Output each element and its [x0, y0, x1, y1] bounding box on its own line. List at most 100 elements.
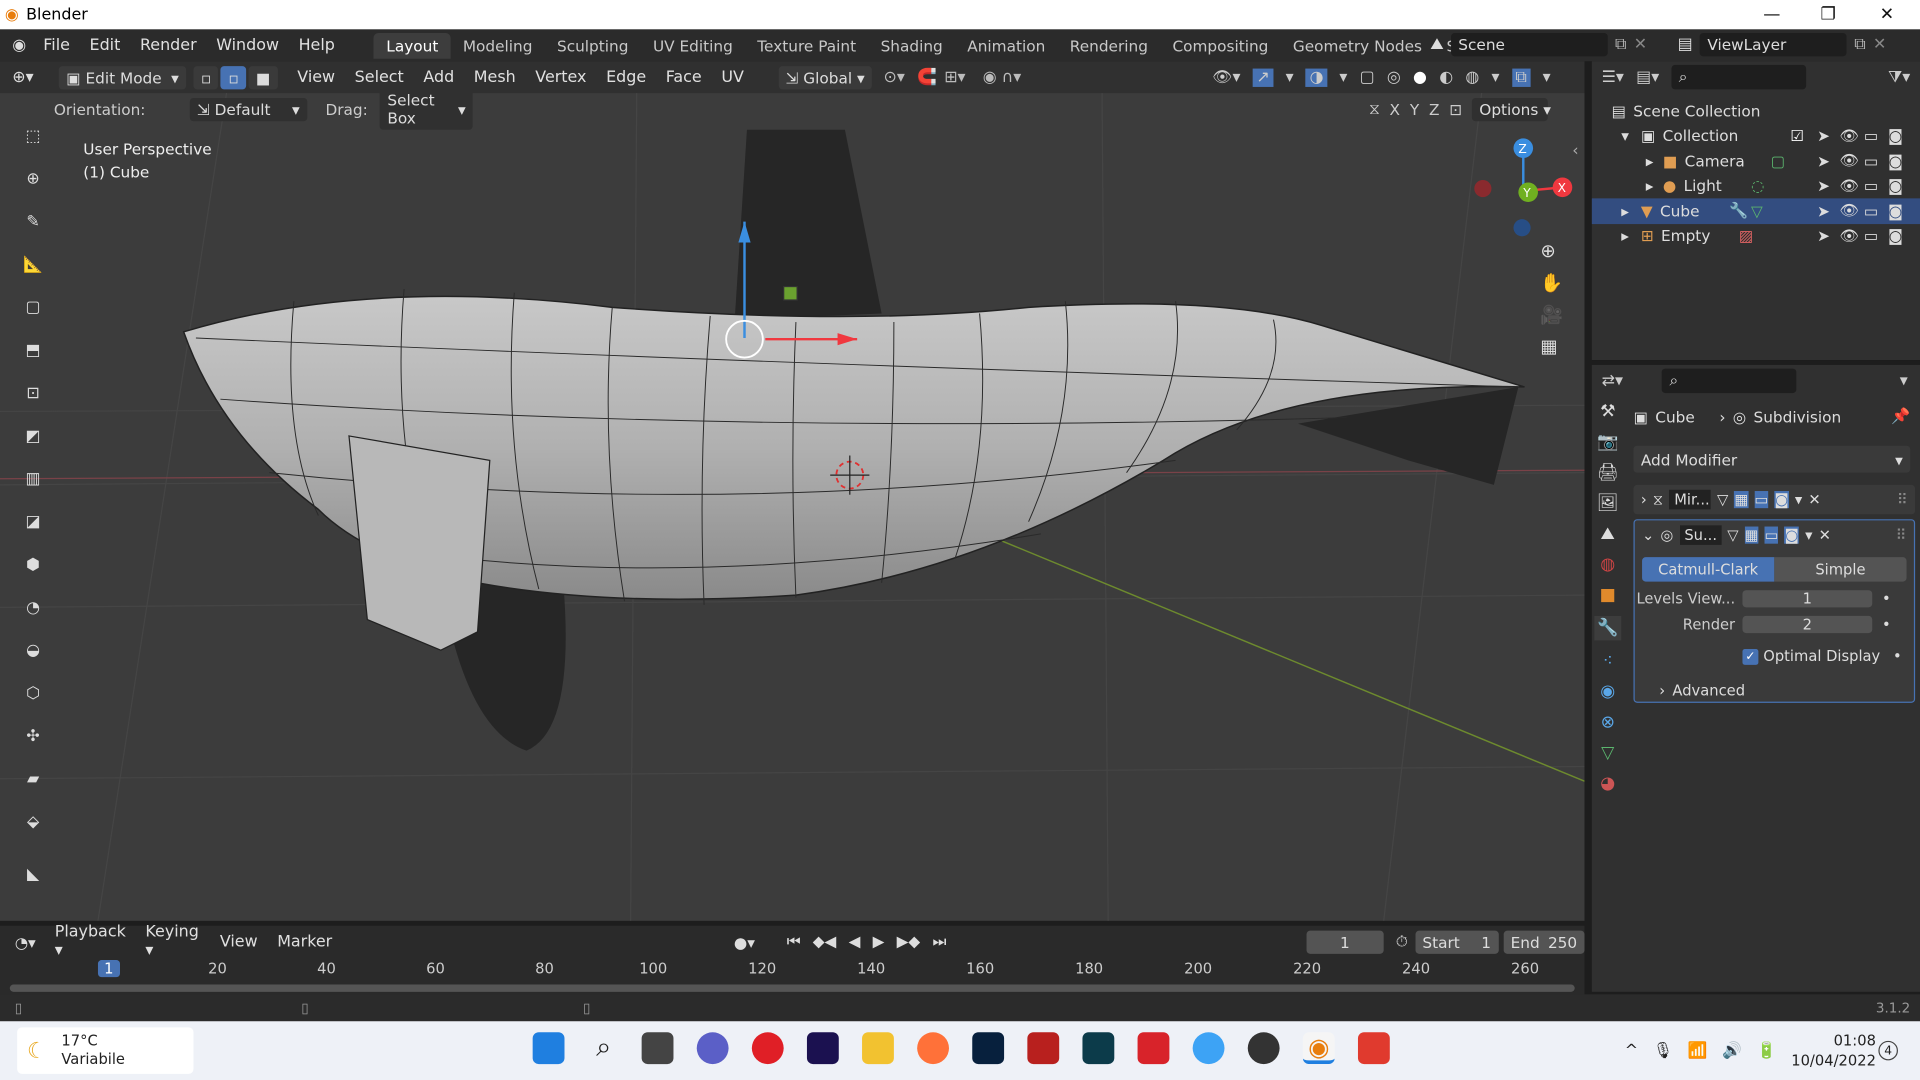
play-icon[interactable]: ▶: [873, 932, 885, 952]
pan-hand-icon[interactable]: ✋: [1540, 272, 1563, 294]
monitor-icon[interactable]: ▭: [1864, 227, 1878, 245]
display-mode-icon[interactable]: ▤▾: [1636, 68, 1659, 86]
timeline-editor-icon[interactable]: ◔▾: [15, 932, 45, 950]
frame-ruler[interactable]: 1 20 40 60 80 100 120 140 160 180 200 22…: [0, 958, 1585, 982]
timeline-view-menu[interactable]: View: [210, 932, 267, 950]
volume-icon[interactable]: 🔊: [1722, 1041, 1742, 1059]
tab-sculpting[interactable]: Sculpting: [545, 32, 641, 58]
eye-icon[interactable]: 👁: [1839, 201, 1858, 221]
monitor-icon[interactable]: ▭: [1864, 126, 1878, 144]
expand-icon[interactable]: ▾: [1621, 126, 1641, 144]
tab-geometry-nodes[interactable]: Geometry Nodes: [1281, 32, 1435, 58]
viewport-3d[interactable]: Z X Y User Perspective (1) Cube ⊕ ✋ 🎥 ▦ …: [0, 93, 1585, 921]
add-modifier-dropdown[interactable]: Add Modifier ▾: [1633, 445, 1911, 473]
tab-modeling[interactable]: Modeling: [451, 32, 545, 58]
render-camera-icon[interactable]: ◙: [1888, 177, 1903, 195]
drag-handle-icon[interactable]: ⠿: [1897, 491, 1908, 508]
keying-menu[interactable]: Keying ▾: [136, 923, 210, 960]
select-arrow-icon[interactable]: ➤: [1817, 152, 1830, 170]
keyframe-dot-icon[interactable]: •: [1882, 590, 1891, 607]
timeline-scrollbar[interactable]: [9, 984, 1575, 992]
annotate-icon[interactable]: ✎: [15, 203, 52, 240]
gizmo-plane-handle[interactable]: [783, 285, 798, 301]
edit-cage-icon[interactable]: ▽: [1717, 491, 1728, 508]
collapse-sidebar-icon[interactable]: ‹: [1572, 142, 1578, 160]
pivot-icon[interactable]: ⊙▾: [883, 68, 904, 86]
particles-tab-icon[interactable]: ⁖: [1603, 651, 1613, 671]
gizmo-neg-x-ball[interactable]: [1474, 180, 1492, 198]
expand-icon[interactable]: ▸: [1621, 202, 1641, 220]
chevron-down-icon[interactable]: ▾: [1805, 527, 1812, 544]
next-keyframe-icon[interactable]: ▶◆: [897, 932, 921, 952]
inset-icon[interactable]: ⊡: [15, 375, 52, 412]
vegas-icon[interactable]: [1082, 1032, 1115, 1065]
expand-icon[interactable]: ▸: [1621, 227, 1641, 245]
menu-view[interactable]: View: [287, 68, 344, 86]
current-frame-field[interactable]: 1: [1306, 930, 1384, 954]
scene-collection-row[interactable]: ▤ Scene Collection: [1592, 98, 1920, 123]
prev-keyframe-icon[interactable]: ◆◀: [813, 932, 837, 952]
cursor-icon[interactable]: ⊕: [15, 160, 52, 197]
outliner-row-light[interactable]: ▸ ● Light ◌ ➤ 👁 ▭ ◙: [1592, 173, 1920, 198]
preview-range-icon[interactable]: ⏱: [1396, 932, 1408, 952]
record-icon[interactable]: ●▾: [734, 932, 755, 950]
tab-layout[interactable]: Layout: [374, 32, 451, 59]
record-app-icon[interactable]: [1137, 1032, 1170, 1065]
keyframe-dot-icon[interactable]: •: [1882, 616, 1891, 633]
outliner-row-camera[interactable]: ▸ ■ Camera ▢ ➤ 👁 ▭ ◙: [1592, 148, 1920, 173]
mirror-icon[interactable]: ⧖: [1369, 99, 1380, 119]
snap-icon[interactable]: 🧲: [917, 68, 937, 86]
minimize-button[interactable]: —: [1744, 0, 1800, 29]
select-arrow-icon[interactable]: ➤: [1817, 126, 1830, 144]
ortho-grid-icon[interactable]: ▦: [1540, 336, 1563, 358]
menu-window[interactable]: Window: [206, 36, 288, 54]
menu-help[interactable]: Help: [289, 36, 345, 54]
select-arrow-icon[interactable]: ➤: [1817, 202, 1830, 220]
firefox-icon[interactable]: [917, 1032, 949, 1065]
new-scene-icon[interactable]: ⧉: [1615, 36, 1626, 54]
modifier-mirror-row[interactable]: › ⧖ Mir... ▽ ▦ ▭ ◙ ▾ ✕ ⠿: [1633, 484, 1916, 515]
select-arrow-icon[interactable]: ➤: [1817, 227, 1830, 245]
add-cube-icon[interactable]: ▢: [15, 289, 52, 326]
eye-icon[interactable]: 👁: [1839, 176, 1858, 196]
menu-render[interactable]: Render: [130, 36, 206, 54]
app-icon[interactable]: [1357, 1032, 1390, 1065]
outliner-row-cube[interactable]: ▸ ▼ Cube 🔧 ▽ ➤ 👁 ▭ ◙: [1591, 198, 1920, 224]
blender-menu-icon[interactable]: ◉: [12, 36, 26, 54]
menu-mesh[interactable]: Mesh: [464, 68, 526, 86]
drag-dropdown[interactable]: Select Box ▾: [380, 88, 474, 130]
weather-widget[interactable]: ☾ 17°C Variabile: [17, 1027, 194, 1074]
notification-badge[interactable]: 4: [1878, 1040, 1898, 1061]
expand-icon[interactable]: ▸: [1646, 152, 1663, 170]
expand-icon[interactable]: ›: [1659, 682, 1665, 699]
render-camera-icon[interactable]: ◙: [1888, 126, 1903, 144]
edit-cage-icon[interactable]: ▽: [1727, 527, 1738, 544]
viewlayer-field[interactable]: ViewLayer: [1699, 33, 1847, 57]
menu-select[interactable]: Select: [345, 68, 414, 86]
shrink-fatten-icon[interactable]: ✣: [15, 718, 52, 755]
scene-tab-icon[interactable]: ⛰: [1601, 524, 1615, 544]
view-layer-tab-icon[interactable]: 🖼: [1597, 493, 1619, 513]
playback-menu[interactable]: Playback ▾: [45, 923, 136, 960]
outliner-row-collection[interactable]: ▾ ▣ Collection ☑ ➤ 👁 ▭ ◙: [1592, 123, 1920, 148]
knife-icon[interactable]: ◪: [15, 503, 52, 540]
task-view-icon[interactable]: [641, 1032, 674, 1065]
shading-options-icon[interactable]: ▾: [1491, 68, 1499, 86]
browser-icon[interactable]: [1192, 1032, 1225, 1065]
new-viewlayer-icon[interactable]: ⧉: [1854, 36, 1865, 54]
face-select-icon[interactable]: ■: [248, 65, 278, 89]
menu-file[interactable]: File: [33, 36, 79, 54]
loop-cut-icon[interactable]: ▥: [15, 460, 52, 497]
render-camera-icon[interactable]: ◙: [1888, 202, 1903, 220]
data-tab-icon[interactable]: ▽: [1601, 743, 1614, 763]
monitor-icon[interactable]: ▭: [1864, 152, 1878, 170]
render-toggle-icon[interactable]: ◙: [1774, 491, 1789, 509]
visibility-icon[interactable]: 👁▾: [1212, 68, 1240, 86]
tab-animation[interactable]: Animation: [955, 32, 1058, 58]
teams-chat-icon[interactable]: [696, 1032, 729, 1065]
wifi-icon[interactable]: 📶: [1688, 1041, 1708, 1059]
edge-slide-icon[interactable]: ⬡: [15, 675, 52, 712]
tray-chevron-icon[interactable]: ^: [1625, 1041, 1638, 1059]
tab-rendering[interactable]: Rendering: [1058, 32, 1161, 58]
tool-tab-icon[interactable]: ⚒: [1600, 402, 1615, 422]
